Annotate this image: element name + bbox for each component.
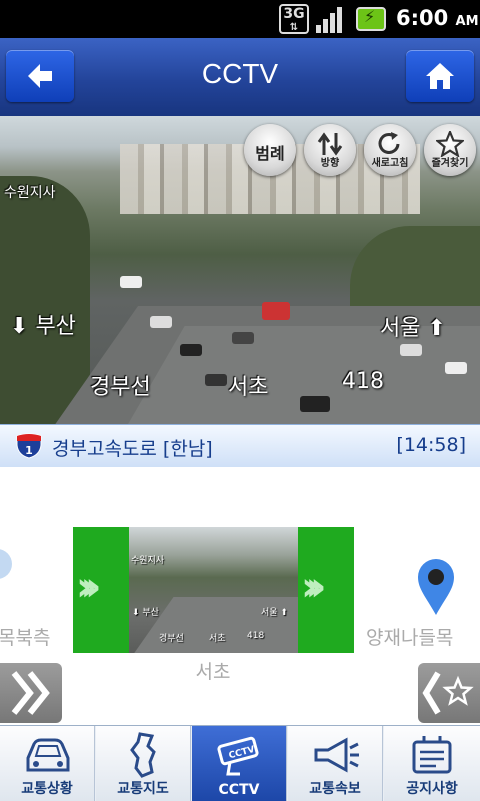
- cctv-direction-right: 서울 ⬆: [380, 316, 446, 341]
- megaphone-icon: [314, 737, 359, 773]
- tab-notices[interactable]: 공지사항: [384, 726, 480, 801]
- favorite-button[interactable]: 즐겨찾기: [424, 124, 476, 176]
- tab-traffic-map[interactable]: 교통지도: [96, 726, 191, 801]
- cctv-branch-label: 수원지사: [4, 185, 56, 201]
- location-pin-icon[interactable]: [0, 549, 12, 579]
- cctv-direction-left: ⬇ 부산: [10, 314, 76, 339]
- next-cctv-label[interactable]: 양재나들목: [366, 623, 453, 650]
- tab-traffic-news[interactable]: 교통속보: [288, 726, 383, 801]
- chevrons-right-icon: ›››: [76, 564, 102, 610]
- current-cctv-label: 서초: [195, 661, 231, 683]
- double-chevron-right-icon: [11, 671, 50, 715]
- favorites-panel-button[interactable]: [418, 663, 480, 723]
- notice-board-icon: [412, 736, 452, 774]
- cctv-video-view[interactable]: 수원지사 ⬇ 부산 서울 ⬆ 경부선 서초 418 범례 방향 새로고침 즐겨찾…: [0, 116, 480, 424]
- korea-map-icon: [130, 732, 156, 778]
- refresh-button[interactable]: 새로고침: [364, 124, 416, 176]
- scroll-left-button[interactable]: [0, 663, 62, 723]
- network-3g-icon: 3G ⇅: [279, 4, 309, 34]
- chevrons-right-icon: ›››: [301, 564, 327, 610]
- chevron-star-icon: [422, 671, 474, 715]
- bottom-tab-bar: 교통상황 교통지도 CCTV CCTV 교통속보 공지사항: [0, 725, 480, 801]
- cctv-camera-icon: CCTV: [217, 736, 259, 776]
- car-icon: [26, 738, 70, 772]
- cctv-thumbnail[interactable]: 수원지사 ⬇ 부산 서울 ⬆ 경부선 서초 418: [129, 527, 298, 653]
- cctv-km-label: 418: [342, 369, 384, 394]
- prev-cctv-label[interactable]: 목북측: [0, 623, 50, 650]
- home-button[interactable]: [406, 50, 474, 102]
- road-info-bar: 1 경부고속도로 [한남] [14:58]: [0, 424, 480, 468]
- road-name: 경부고속도로 [한남]: [52, 438, 213, 460]
- cctv-location-label: 서초: [228, 375, 269, 400]
- cctv-road-label: 경부선: [90, 375, 151, 400]
- interstate-shield-icon: 1: [16, 433, 42, 459]
- capture-time: [14:58]: [396, 434, 466, 456]
- legend-button[interactable]: 범례: [244, 124, 296, 176]
- home-icon: [426, 63, 454, 89]
- route-number: 1: [25, 444, 33, 457]
- direction-button[interactable]: 방향: [304, 124, 356, 176]
- status-bar: 3G⇅ 6:00 AM: [0, 0, 480, 38]
- app-header: CCTV: [0, 38, 480, 117]
- battery-charging-icon: [356, 7, 386, 31]
- status-time: 6:00 AM: [396, 6, 479, 30]
- signal-strength-icon: [316, 5, 348, 33]
- cctv-carousel: 목북측 ››› 수원지사 ⬇ 부산 서울 ⬆ 경부선 서초 418 ››› 서초…: [0, 467, 480, 725]
- tab-cctv[interactable]: CCTV CCTV: [192, 726, 287, 801]
- location-pin-icon[interactable]: [414, 557, 458, 617]
- next-arrow-button[interactable]: ›››: [298, 527, 354, 653]
- prev-arrow-button[interactable]: ›››: [73, 527, 129, 653]
- tab-traffic-status[interactable]: 교통상황: [0, 726, 95, 801]
